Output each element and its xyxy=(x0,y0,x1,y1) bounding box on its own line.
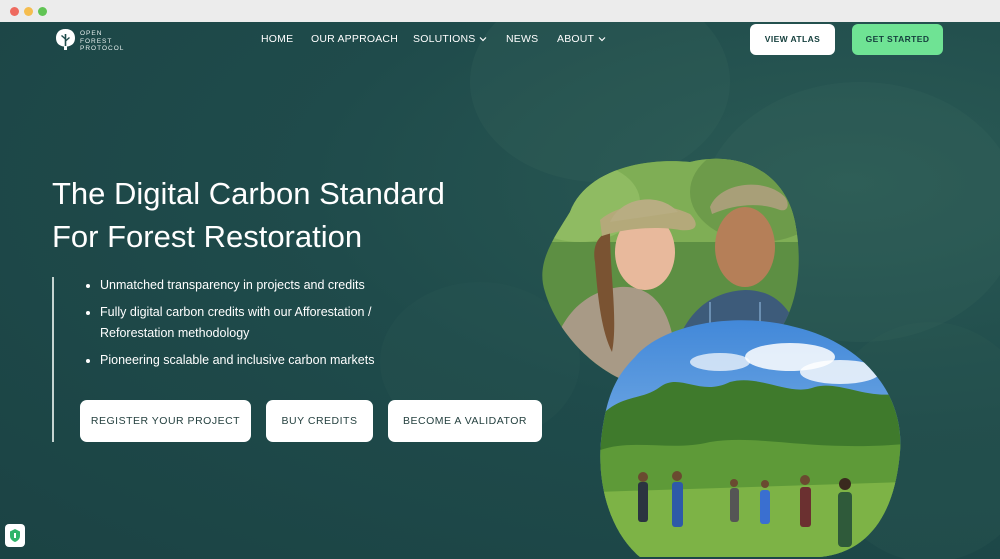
chevron-down-icon xyxy=(598,37,606,42)
brand-line-3: PROTOCOL xyxy=(80,45,125,52)
brand-line-2: FOREST xyxy=(80,37,113,45)
nav-solutions-label: SOLUTIONS xyxy=(413,33,476,45)
shield-badge-icon xyxy=(10,529,20,542)
tree-logo-icon xyxy=(56,29,75,50)
browser-chrome xyxy=(0,0,1000,22)
nav-about-label: ABOUT xyxy=(557,33,595,45)
bullet-item: Unmatched transparency in projects and c… xyxy=(86,275,426,296)
bullet-divider xyxy=(52,277,54,442)
view-atlas-button[interactable]: VIEW ATLAS xyxy=(750,24,835,55)
brand-name: OPEN FOREST PROTOCOL xyxy=(80,30,124,53)
window-close-button[interactable] xyxy=(10,7,19,16)
nav-news[interactable]: NEWS xyxy=(506,33,538,45)
bullet-item: Fully digital carbon credits with our Af… xyxy=(86,302,426,344)
nav-solutions[interactable]: SOLUTIONS xyxy=(413,33,487,45)
register-project-button[interactable]: REGISTER YOUR PROJECT xyxy=(80,400,251,442)
nav-about[interactable]: ABOUT xyxy=(557,33,606,45)
brand-line-1: OPEN xyxy=(80,30,103,37)
nav-home[interactable]: HOME xyxy=(261,33,293,45)
nav-our-approach[interactable]: OUR APPROACH xyxy=(311,33,398,45)
photo-collage xyxy=(542,158,901,557)
hero-title: The Digital Carbon Standard For Forest R… xyxy=(52,172,532,258)
chevron-down-icon xyxy=(480,37,487,42)
hero-bullet-list: Unmatched transparency in projects and c… xyxy=(86,275,426,377)
hero-title-line-1: The Digital Carbon Standard xyxy=(52,176,445,211)
become-validator-button[interactable]: BECOME A VALIDATOR xyxy=(388,400,542,442)
buy-credits-button[interactable]: BUY CREDITS xyxy=(266,400,373,442)
shield-badge[interactable] xyxy=(5,524,25,547)
get-started-button[interactable]: GET STARTED xyxy=(852,24,943,55)
brand-logo[interactable]: OPEN FOREST PROTOCOL xyxy=(55,28,135,54)
bullet-item: Pioneering scalable and inclusive carbon… xyxy=(86,350,426,371)
hero-title-line-2: For Forest Restoration xyxy=(52,219,363,254)
window-maximize-button[interactable] xyxy=(38,7,47,16)
window-minimize-button[interactable] xyxy=(24,7,33,16)
hero-page: OPEN FOREST PROTOCOL HOME OUR APPROACH S… xyxy=(0,22,1000,559)
